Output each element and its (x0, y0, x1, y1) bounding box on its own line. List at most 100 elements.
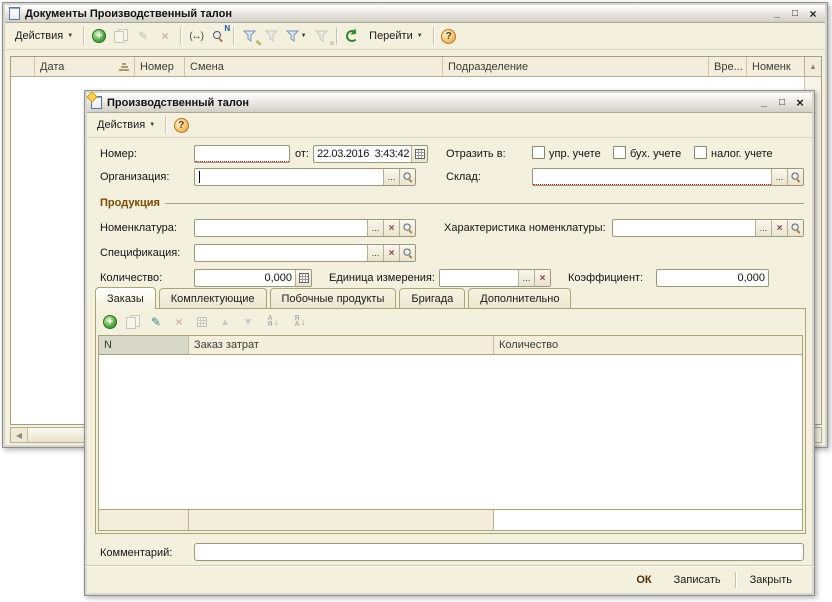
filter-history-button[interactable]: ▼ (283, 26, 309, 46)
close-button[interactable]: × (805, 7, 821, 21)
add-button[interactable]: + (89, 26, 109, 46)
specification-input[interactable] (195, 245, 367, 261)
ok-button[interactable]: ОК (628, 571, 659, 589)
coefficient-field[interactable] (656, 269, 769, 287)
specification-select-button[interactable]: ... (367, 245, 383, 261)
column-header-department[interactable]: Подразделение (443, 57, 709, 76)
dialog-window-controls: _ □ × (756, 96, 808, 110)
dialog-close-button[interactable]: × (792, 96, 808, 110)
comment-input[interactable] (195, 544, 803, 560)
characteristic-clear-button[interactable]: × (771, 220, 787, 236)
calculator-button[interactable] (295, 270, 311, 286)
filter-by-value-button[interactable] (261, 26, 281, 46)
journal-titlebar[interactable]: Документы Производственный талон _ □ × (5, 5, 825, 23)
characteristic-field[interactable]: ... × (612, 219, 804, 237)
column-header-shift[interactable]: Смена (185, 57, 443, 76)
specification-field[interactable]: ... × (194, 244, 416, 262)
tab-orders[interactable]: Заказы (95, 287, 156, 309)
minimize-button[interactable]: _ (769, 7, 785, 21)
tab-byproducts[interactable]: Побочные продукты (270, 288, 397, 308)
column-header-nomenclature[interactable]: Номенк (747, 57, 804, 76)
copy-button[interactable] (111, 26, 131, 46)
dialog-titlebar[interactable]: Производственный талон _ □ × (87, 93, 812, 113)
scrollbar-up-button[interactable]: ▲ (804, 57, 821, 76)
grid-delete-button[interactable]: × (169, 312, 189, 332)
grid-move-down-button[interactable]: ▼ (238, 312, 258, 332)
nomenclature-field[interactable]: ... × (194, 219, 416, 237)
grid-edit-button[interactable]: ✎ (146, 312, 166, 332)
scrollbar-left-button[interactable]: ◀ (11, 428, 28, 442)
calendar-button[interactable] (411, 146, 427, 162)
delete-button[interactable]: × (155, 26, 175, 46)
characteristic-select-button[interactable]: ... (755, 220, 771, 236)
clear-icon: × (389, 248, 395, 259)
checkbox-tax-accounting[interactable] (694, 146, 707, 159)
date-input[interactable] (314, 146, 411, 162)
warehouse-open-button[interactable] (787, 169, 803, 185)
number-field[interactable] (194, 145, 290, 163)
unit-select-button[interactable]: ... (518, 270, 534, 286)
grid-end-edit-button[interactable] (192, 312, 212, 332)
warehouse-field[interactable]: ... (532, 168, 804, 186)
clear-filter-button[interactable]: × (311, 26, 331, 46)
unit-field[interactable]: ... × (439, 269, 551, 287)
edit-button[interactable]: ✎ (133, 26, 153, 46)
quantity-input[interactable] (195, 270, 295, 286)
characteristic-open-button[interactable] (787, 220, 803, 236)
coefficient-input[interactable] (657, 270, 768, 286)
tab-additional[interactable]: Дополнительно (468, 288, 571, 308)
quantity-label: Количество: (100, 272, 162, 284)
dialog-minimize-button[interactable]: _ (756, 96, 772, 110)
grid-sort-descending-button[interactable]: ЯА ↓ (288, 312, 312, 332)
find-by-number-button[interactable]: N (208, 26, 228, 46)
dialog-help-button[interactable]: ? (171, 115, 191, 135)
close-dialog-button[interactable]: Закрыть (742, 571, 800, 589)
column-header-time[interactable]: Вре... (709, 57, 747, 76)
unit-input[interactable] (440, 270, 518, 286)
funnel-icon (286, 30, 299, 42)
warehouse-input[interactable] (533, 169, 771, 185)
grid-copy-button[interactable] (123, 312, 143, 332)
specification-open-button[interactable] (399, 245, 415, 261)
write-button[interactable]: Записать (666, 571, 729, 589)
grid-column-cost-order[interactable]: Заказ затрат (189, 336, 494, 354)
date-field[interactable] (313, 145, 428, 163)
comment-field[interactable] (194, 543, 804, 561)
goto-menu-button[interactable]: Перейти ▼ (364, 28, 428, 44)
tab-components[interactable]: Комплектующие (159, 288, 267, 308)
nomenclature-clear-button[interactable]: × (383, 220, 399, 236)
set-date-interval-button[interactable]: (↔) (186, 26, 206, 46)
checkbox-management-accounting[interactable] (532, 146, 545, 159)
grid-sort-ascending-button[interactable]: АЯ ↓ (261, 312, 285, 332)
quantity-field[interactable] (194, 269, 312, 287)
grid-move-up-button[interactable]: ▲ (215, 312, 235, 332)
organization-input[interactable] (195, 169, 383, 185)
grid-add-button[interactable]: + (100, 312, 120, 332)
specification-clear-button[interactable]: × (383, 245, 399, 261)
grid-column-n[interactable]: N (99, 336, 189, 354)
maximize-button[interactable]: □ (787, 7, 803, 21)
warehouse-select-button[interactable]: ... (771, 169, 787, 185)
column-header-icon[interactable] (11, 57, 35, 76)
filter-settings-button[interactable]: ✎ (239, 26, 259, 46)
actions-menu-button[interactable]: Действия ▼ (10, 28, 78, 44)
characteristic-input[interactable] (613, 220, 755, 236)
organization-field[interactable]: ... (194, 168, 416, 186)
checkbox-bookkeeping-accounting[interactable] (613, 146, 626, 159)
dialog-maximize-button[interactable]: □ (774, 96, 790, 110)
nomenclature-select-button[interactable]: ... (367, 220, 383, 236)
column-header-number[interactable]: Номер (135, 57, 185, 76)
organization-select-button[interactable]: ... (383, 169, 399, 185)
number-input[interactable] (195, 146, 289, 162)
nomenclature-input[interactable] (195, 220, 367, 236)
organization-open-button[interactable] (399, 169, 415, 185)
tab-brigade[interactable]: Бригада (399, 288, 465, 308)
column-header-date[interactable]: Дата (35, 57, 135, 76)
help-button[interactable]: ? (439, 26, 459, 46)
unit-clear-button[interactable]: × (534, 270, 550, 286)
grid-body[interactable] (99, 355, 802, 509)
grid-column-quantity[interactable]: Количество (494, 336, 802, 354)
dialog-actions-menu-button[interactable]: Действия ▼ (92, 117, 160, 133)
refresh-button[interactable] (342, 26, 362, 46)
nomenclature-open-button[interactable] (399, 220, 415, 236)
